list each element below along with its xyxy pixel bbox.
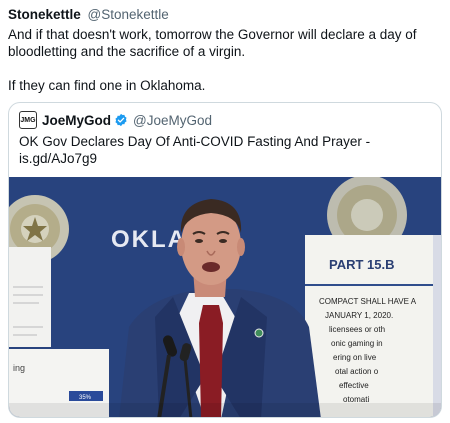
poster-title: PART 15.B (329, 257, 395, 272)
quoted-tweet-text: OK Gov Declares Day Of Anti-COVID Fastin… (19, 134, 371, 166)
quoted-tweet-card[interactable]: JMG JoeMyGod @JoeMyGod OK Gov Declares D… (8, 102, 442, 418)
poster-line: licensees or oth (329, 325, 385, 334)
quoted-author-name[interactable]: JoeMyGod (42, 113, 111, 128)
poster-line: ering on live (333, 353, 377, 362)
tweet[interactable]: Stonekettle @Stonekettle And if that doe… (0, 0, 450, 423)
poster-line: onic gaming in (331, 339, 383, 348)
quoted-tweet-header: JMG JoeMyGod @JoeMyGod (19, 110, 212, 130)
tweet-author-line: Stonekettle @Stonekettle (8, 6, 169, 24)
quoted-author-handle[interactable]: @JoeMyGod (133, 113, 212, 128)
tweet-text: And if that doesn't work, tomorrow the G… (8, 26, 440, 94)
quoted-tweet-photo[interactable]: OKLA ing 35% PART 15.B COMPACT SHALL HAV… (9, 177, 441, 417)
backdrop-text: OKLA (111, 226, 187, 253)
author-handle[interactable]: @Stonekettle (88, 7, 169, 22)
avatar[interactable]: JMG (19, 111, 37, 129)
left-poster-label: ing (13, 363, 25, 373)
press-conference-photo: OKLA ing 35% PART 15.B COMPACT SHALL HAV… (9, 177, 441, 417)
poster-line: otomati (343, 395, 369, 404)
poster-line: JANUARY 1, 2020. (325, 311, 393, 320)
left-poster-stat: 35% (79, 395, 92, 401)
poster-line: effective (339, 381, 369, 390)
tweet-paragraph: If they can find one in Oklahoma. (8, 78, 206, 93)
right-poster: PART 15.B COMPACT SHALL HAVE A JANUARY 1… (305, 235, 441, 417)
poster-line: COMPACT SHALL HAVE A (319, 297, 417, 306)
poster-line: otal action o (335, 367, 379, 376)
verified-badge-icon (114, 113, 128, 127)
tweet-paragraph: And if that doesn't work, tomorrow the G… (8, 27, 417, 59)
author-name[interactable]: Stonekettle (8, 7, 81, 22)
